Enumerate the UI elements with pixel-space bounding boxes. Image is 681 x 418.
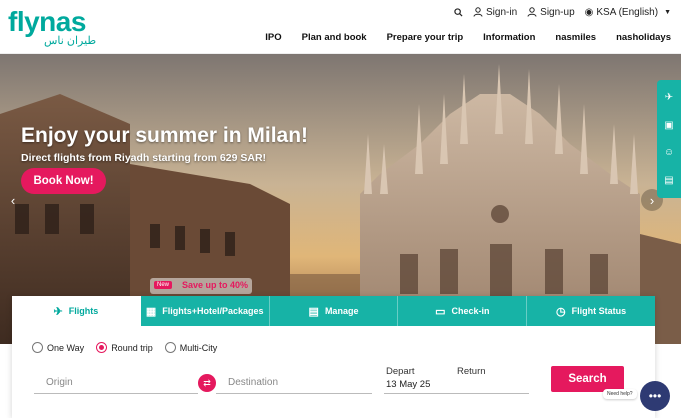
chevron-left-icon: ‹	[10, 192, 16, 208]
user-icon	[473, 7, 483, 17]
save-label: Save up to 40%	[182, 280, 249, 290]
booking-widget: ✈ Flights ▦ Flights+Hotel/Packages ▤ Man…	[12, 296, 655, 418]
chevron-right-icon: ›	[649, 192, 655, 208]
clock-plane-icon: ◷	[556, 305, 566, 318]
nav-item-ipo[interactable]: IPO	[265, 32, 281, 43]
tab-label: Manage	[324, 306, 359, 316]
nav-item-prepare-your-trip[interactable]: Prepare your trip	[387, 32, 464, 43]
origin-field[interactable]: Origin	[34, 372, 198, 394]
user-add-icon	[527, 7, 537, 17]
swap-routes-button[interactable]: ⇄	[198, 374, 216, 392]
nav-item-nasmiles[interactable]: nasmiles	[555, 32, 596, 43]
nav-item-nasholidays[interactable]: nasholidays	[616, 32, 671, 43]
hero-subtitle: Direct flights from Riyadh starting from…	[21, 152, 267, 164]
ticket-icon: ▭	[435, 305, 446, 318]
signup-label: Sign-up	[540, 6, 575, 18]
tab-flights[interactable]: ✈ Flights	[12, 296, 141, 326]
chevron-down-icon: ▼	[664, 8, 671, 16]
locale-label: KSA (English)	[596, 6, 659, 18]
multi-city-radio[interactable]: Multi-City	[164, 342, 218, 353]
tab-label: Check-in	[451, 306, 490, 316]
depart-label: Depart	[386, 366, 415, 377]
tab-flight-status[interactable]: ◷ Flight Status	[527, 296, 655, 326]
plane-icon: ✈	[53, 305, 63, 318]
chat-button[interactable]: •••	[640, 381, 670, 411]
need-help-tooltip: Need help?	[603, 389, 637, 399]
swap-icon: ⇄	[203, 377, 211, 388]
hero-title: Enjoy your summer in Milan!	[21, 124, 309, 147]
logo-arabic-text: طيران ناس	[44, 35, 97, 47]
site-header: flynas طيران ناس Sign-in Sign-up ◉ KSA (…	[0, 0, 681, 54]
tab-label: Flight Status	[571, 306, 627, 316]
locale-selector[interactable]: ◉ KSA (English) ▼	[585, 7, 671, 18]
radio-dot	[96, 342, 108, 353]
side-quick-links: ✈ ▣ ☺ ▤	[657, 80, 681, 198]
nav-item-information[interactable]: Information	[483, 32, 535, 43]
flynas-logo[interactable]: flynas طيران ناس	[8, 6, 98, 48]
radio-label: Round trip	[111, 342, 153, 353]
tab-check-in[interactable]: ▭ Check-in	[398, 296, 528, 326]
main-nav: IPO Plan and book Prepare your trip Info…	[265, 32, 671, 43]
signup-link[interactable]: Sign-up	[527, 6, 575, 18]
book-now-button[interactable]: Book Now!	[21, 168, 106, 194]
booking-tabs: ✈ Flights ▦ Flights+Hotel/Packages ▤ Man…	[12, 296, 655, 326]
top-utility-bar: Sign-in Sign-up ◉ KSA (English) ▼	[454, 4, 671, 20]
nav-item-plan-and-book[interactable]: Plan and book	[302, 32, 367, 43]
tab-manage[interactable]: ▤ Manage	[270, 296, 399, 326]
chat-bubble-icon: •••	[648, 389, 662, 403]
depart-value: 13 May 25	[386, 379, 431, 390]
tab-label: Flights	[68, 306, 99, 316]
family-icon[interactable]: ☺	[664, 147, 674, 158]
radio-dot	[32, 342, 43, 353]
new-badge: New	[154, 281, 173, 289]
carousel-prev-button[interactable]: ‹	[2, 189, 24, 211]
radio-label: Multi-City	[179, 342, 218, 353]
radio-dot	[164, 342, 176, 353]
search-button[interactable]	[454, 7, 463, 17]
signin-link[interactable]: Sign-in	[473, 7, 517, 18]
return-label: Return	[457, 366, 486, 377]
car-icon[interactable]: ▤	[664, 175, 673, 186]
hotel-icon: ▦	[145, 305, 157, 318]
globe-icon: ◉	[584, 6, 594, 18]
search-icon	[454, 7, 463, 17]
plane-icon[interactable]: ✈	[665, 92, 673, 103]
tab-flights-hotel-packages[interactable]: ▦ Flights+Hotel/Packages	[141, 296, 270, 326]
radio-label: One Way	[47, 342, 85, 353]
tab-label: Flights+Hotel/Packages	[162, 306, 264, 316]
date-picker[interactable]: Depart Return 13 May 25	[384, 364, 529, 394]
trip-type-selector: One Way Round trip Multi-City	[32, 342, 217, 353]
bus-icon[interactable]: ▣	[664, 120, 673, 131]
calendar-icon: ▤	[308, 305, 319, 318]
signin-label: Sign-in	[486, 6, 518, 18]
one-way-radio[interactable]: One Way	[32, 342, 84, 353]
destination-field[interactable]: Destination	[216, 372, 372, 394]
round-trip-radio[interactable]: Round trip	[96, 342, 153, 353]
promo-badge[interactable]: New Save up to 40%	[150, 278, 252, 294]
